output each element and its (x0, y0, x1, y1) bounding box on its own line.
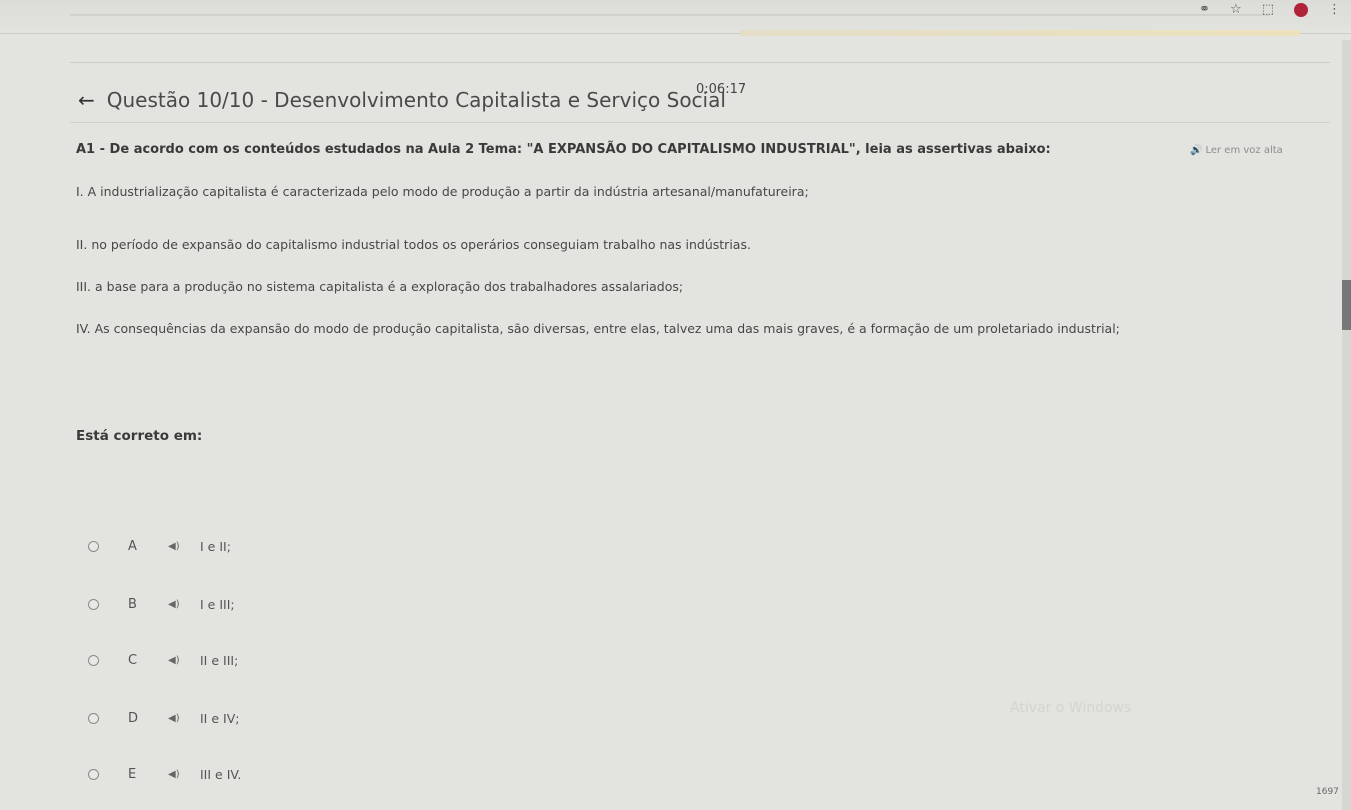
read-aloud-label: Ler em voz alta (1205, 145, 1283, 156)
star-icon[interactable]: ☆ (1230, 2, 1242, 17)
browser-toolbar: ⚭ ☆ ⬚ ⋮ (0, 0, 1351, 36)
menu-icon[interactable]: ⋮ (1328, 2, 1341, 17)
question-header: ← Questão 10/10 - Desenvolvimento Capita… (78, 88, 726, 112)
assertion-1: I. A industrialização capitalista é cara… (76, 184, 809, 199)
windows-watermark: Ativar o Windows (1010, 700, 1132, 716)
option-letter: D (128, 710, 139, 726)
option-text: I e III; (200, 596, 235, 612)
tab-strip-line (70, 14, 1270, 16)
option-text: II e III; (200, 652, 239, 668)
option-text: III e IV. (200, 766, 242, 782)
toolbar-accent (740, 30, 1300, 36)
option-c[interactable]: C ◀) II e III; (88, 648, 408, 672)
question-prompt: A1 - De acordo com os conteúdos estudado… (76, 142, 1051, 157)
speaker-icon[interactable]: ◀) (168, 541, 190, 552)
radio-button[interactable] (88, 654, 99, 666)
arrow-left-icon[interactable]: ← (78, 88, 95, 112)
option-text: I e II; (200, 538, 231, 554)
option-text: II e IV; (200, 710, 240, 726)
assertion-4: IV. As consequências da expansão do modo… (76, 321, 1120, 336)
divider (70, 122, 1330, 123)
speaker-icon[interactable]: ◀) (168, 769, 190, 780)
speaker-icon[interactable]: ◀) (168, 599, 190, 610)
scroll-thumb[interactable] (1342, 280, 1351, 330)
puzzle-icon[interactable]: ⬚ (1262, 2, 1274, 17)
assertion-3: III. a base para a produção no sistema c… (76, 279, 684, 294)
page-title: Questão 10/10 - Desenvolvimento Capitali… (106, 88, 726, 112)
radio-button[interactable] (88, 598, 99, 610)
speaker-icon[interactable]: ◀) (168, 655, 190, 666)
option-b[interactable]: B ◀) I e III; (88, 592, 408, 616)
toolbar-icons: ⚭ ☆ ⬚ ⋮ (1199, 2, 1341, 17)
radio-button[interactable] (88, 712, 99, 724)
option-letter: A (128, 538, 137, 554)
divider (70, 62, 1330, 63)
extension-icon[interactable]: ⚭ (1199, 2, 1210, 17)
scrollbar[interactable] (1342, 40, 1351, 810)
option-d[interactable]: D ◀) II e IV; (88, 706, 408, 730)
option-letter: B (128, 596, 137, 612)
taskbar-clock: 1697 (1316, 787, 1339, 797)
speaker-icon[interactable]: ◀) (168, 713, 190, 724)
option-letter: C (128, 652, 138, 668)
correct-label: Está correto em: (76, 428, 203, 444)
radio-button[interactable] (88, 540, 99, 552)
option-a[interactable]: A ◀) I e II; (88, 534, 408, 558)
profile-avatar[interactable] (1294, 2, 1308, 17)
option-e[interactable]: E ◀) III e IV. (88, 762, 408, 786)
assertion-2: II. no período de expansão do capitalism… (76, 237, 751, 252)
option-letter: E (128, 766, 137, 782)
radio-button[interactable] (88, 768, 99, 780)
